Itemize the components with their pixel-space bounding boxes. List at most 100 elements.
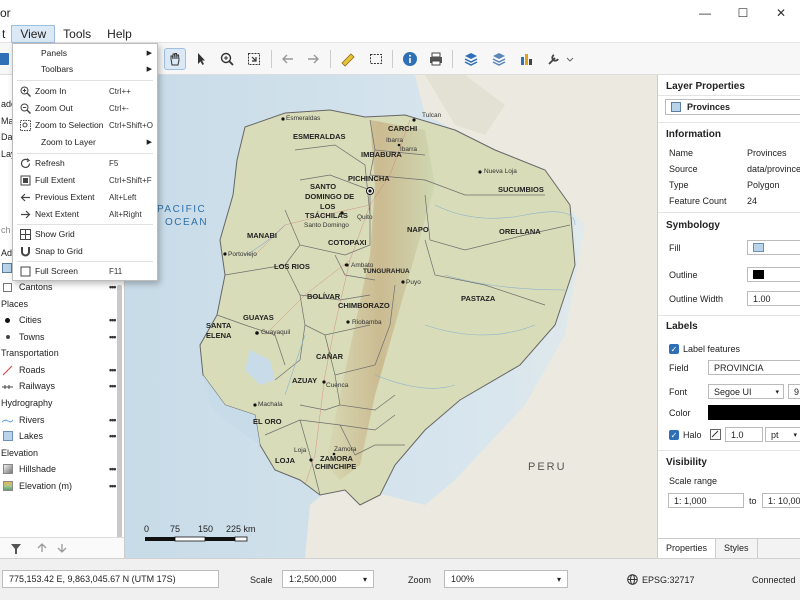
halo-style-icon[interactable] <box>710 429 721 440</box>
province-label: SUCUMBIOS <box>498 185 544 194</box>
measure-ruler-icon[interactable] <box>337 48 359 70</box>
menu-item-full-screen[interactable]: Full Screen F11 <box>13 263 157 279</box>
layer-row-cities[interactable]: Cities ••• <box>0 312 124 328</box>
zoom-select[interactable]: 100% ▾ <box>444 570 568 588</box>
layer-row-roads[interactable]: Roads ••• <box>0 362 124 378</box>
layers-scrollbar[interactable] <box>117 285 122 540</box>
layer-row-lakes[interactable]: Lakes ••• <box>0 428 124 444</box>
chart-bars-icon[interactable] <box>516 48 538 70</box>
tab-styles[interactable]: Styles <box>716 539 758 558</box>
zoom-extent-icon[interactable] <box>243 48 265 70</box>
menu-item-zoom-layer[interactable]: Zoom to Layer ▶ <box>13 134 157 150</box>
status-bar: 775,153.42 E, 9,863,045.67 N (UTM 17S) S… <box>0 558 800 600</box>
move-down-icon[interactable] <box>57 543 67 553</box>
wrench-tools-icon[interactable] <box>545 48 575 70</box>
chevron-down-icon: ▾ <box>556 574 561 584</box>
font-size-select[interactable]: 9 <box>788 384 800 399</box>
halo-checkbox[interactable]: ✓ <box>669 430 679 440</box>
info-icon[interactable] <box>399 48 421 70</box>
layers-icon[interactable] <box>460 48 482 70</box>
layer-row-towns[interactable]: Towns ••• <box>0 329 124 345</box>
max-scale-input[interactable]: 1: 10,000, <box>762 493 800 508</box>
zoom-tool-icon[interactable] <box>216 48 238 70</box>
refresh-icon <box>19 157 31 169</box>
select-rectangle-icon[interactable] <box>365 48 387 70</box>
menu-item-zoom-in[interactable]: Zoom In Ctrl++ <box>13 83 157 99</box>
layer-row-railways[interactable]: Railways ••• <box>0 378 124 394</box>
fill-color-button[interactable] <box>747 240 800 255</box>
info-value: 24 <box>747 196 758 206</box>
filter-icon[interactable] <box>10 543 22 555</box>
min-scale-input[interactable]: 1: 1,000 <box>668 493 744 508</box>
outline-color-button[interactable] <box>747 267 800 282</box>
province-label: CARCHI <box>388 124 418 133</box>
menu-item-panels[interactable]: Panels ▶ <box>13 45 157 61</box>
search-fragment[interactable]: ch <box>1 225 11 235</box>
province-label: SANTO <box>310 182 337 191</box>
move-up-icon[interactable] <box>37 543 47 553</box>
print-icon[interactable] <box>425 48 447 70</box>
label-color-button[interactable] <box>708 405 800 420</box>
province-label: MANABI <box>247 231 277 240</box>
menu-view[interactable]: View <box>11 24 56 43</box>
menu-item-show-grid[interactable]: Show Grid <box>13 226 157 242</box>
menu-item-refresh[interactable]: Refresh F5 <box>13 155 157 171</box>
layer-stack-icon[interactable] <box>488 48 510 70</box>
layer-selector[interactable]: Provinces <box>665 99 800 115</box>
halo-unit-select[interactable]: pt ▾ <box>765 427 800 442</box>
layer-row-elevation[interactable]: Elevation (m) ••• <box>0 478 124 494</box>
menu-item-full-extent[interactable]: Full Extent Ctrl+Shift+F <box>13 172 157 188</box>
panel-header: Layer Properties <box>666 81 745 92</box>
layer-group-places[interactable]: Places <box>0 296 124 312</box>
checkbox-icon[interactable] <box>3 282 12 292</box>
menu-tools[interactable]: Tools <box>55 25 99 43</box>
scale-tick-label: 75 <box>170 524 181 534</box>
forward-arrow-icon[interactable] <box>302 48 324 70</box>
layer-group-elevation[interactable]: Elevation <box>0 445 124 461</box>
info-value: Polygon <box>747 180 780 190</box>
province-label: CHINCHIPE <box>315 462 357 471</box>
layer-row-hillshade[interactable]: Hillshade ••• <box>0 461 124 477</box>
layer-row-rivers[interactable]: Rivers ••• <box>0 412 124 428</box>
menu-item-zoom-out[interactable]: Zoom Out Ctrl+- <box>13 100 157 116</box>
province-label: IMBABURA <box>361 150 402 159</box>
close-button[interactable]: ✕ <box>762 0 800 25</box>
map-canvas[interactable]: ESMERALDAS CARCHI IMBABURA PICHINCHA SAN… <box>125 75 657 558</box>
layer-group-transportation[interactable]: Transportation <box>0 345 124 361</box>
city-dot-icon <box>5 317 10 323</box>
menu-item-next-extent[interactable]: Next Extent Alt+Right <box>13 206 157 222</box>
menu-item-previous-extent[interactable]: Previous Extent Alt+Left <box>13 189 157 205</box>
city-label: Quito <box>357 214 373 221</box>
city-label: Santo Domingo <box>304 222 349 229</box>
outline-width-input[interactable]: 1.00 <box>747 291 800 306</box>
crs-display[interactable]: EPSG:32717 <box>642 575 695 585</box>
halo-size-input[interactable]: 1.0 <box>725 427 763 442</box>
menu-edit[interactable]: t <box>0 25 11 43</box>
province-label: EL ORO <box>253 417 282 426</box>
select-arrow-icon[interactable] <box>190 48 212 70</box>
minimize-button[interactable]: — <box>686 0 724 25</box>
outline-label: Outline <box>669 270 698 280</box>
menu-item-toolbars[interactable]: Toolbars ▶ <box>13 61 157 77</box>
province-label: TSÁCHILAS <box>305 211 348 220</box>
outline-swatch <box>753 270 764 279</box>
label-features-checkbox[interactable]: ✓ <box>669 344 679 354</box>
tab-properties[interactable]: Properties <box>658 539 717 558</box>
lake-fill-icon <box>2 431 13 441</box>
zoom-in-icon <box>19 85 31 97</box>
font-family-select[interactable]: Segoe UI ▾ <box>708 384 784 399</box>
layer-group-hydrography[interactable]: Hydrography <box>0 395 124 411</box>
menu-help[interactable]: Help <box>99 25 140 43</box>
layer-row-cantons[interactable]: Cantons ••• <box>0 279 124 295</box>
back-arrow-icon[interactable] <box>277 48 299 70</box>
scale-select[interactable]: 1:2,500,000 ▾ <box>282 570 374 588</box>
menu-item-snap-grid[interactable]: Snap to Grid <box>13 243 157 259</box>
city-label: Ambato <box>351 262 374 269</box>
menu-item-zoom-selection[interactable]: Zoom to Selection Ctrl+Shift+O <box>13 117 157 133</box>
label-field-select[interactable]: PROVINCIA <box>708 360 800 375</box>
city-label: Esmeraldas <box>286 115 321 122</box>
maximize-button[interactable]: ☐ <box>724 0 762 25</box>
map-graphics <box>125 75 657 558</box>
pan-hand-icon[interactable] <box>164 48 186 70</box>
city-label: Loja <box>294 447 307 454</box>
